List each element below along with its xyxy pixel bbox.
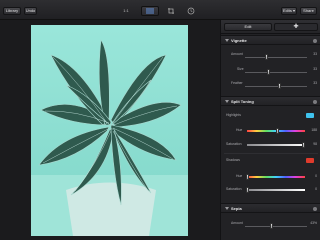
share-button[interactable]: Share [300,7,317,15]
shadows-saturation-knob[interactable] [245,187,249,193]
canvas-area [0,20,220,240]
sliders-icon [146,8,154,14]
shadows-saturation-slider[interactable] [247,189,305,191]
shadows-hue-slider[interactable] [247,176,305,178]
vignette-amount-value: 33 [313,52,317,56]
chevron-down-icon: ▾ [291,8,296,13]
toggle-dot-icon[interactable] [313,39,317,43]
clock-icon [187,7,195,15]
section-sepia[interactable]: Sepia [221,203,320,213]
disclosure-triangle-icon [225,100,229,103]
highlights-saturation-knob[interactable] [302,142,306,148]
section-title: Sepia [231,206,242,211]
edits-label: Edits [282,8,292,13]
adjustments-tab[interactable] [141,6,159,16]
highlights-hue-knob[interactable] [275,128,279,134]
library-button[interactable]: Library [3,7,21,15]
sepia-amount-label: Amount [231,221,243,225]
shadows-saturation-label: Saturation [226,187,242,191]
vignette-amount-knob[interactable] [265,54,269,60]
toggle-dot-icon[interactable] [313,100,317,104]
add-adjustment-button[interactable]: ✚ [274,23,318,31]
vignette-size-slider[interactable] [245,72,307,73]
vignette-amount-slider[interactable] [245,57,307,58]
plant-illustration [31,25,188,236]
toggle-dot-icon[interactable] [313,207,317,211]
highlights-saturation-slider[interactable] [247,144,305,146]
top-toolbar: Library Undo 1:1 Edits ▾ Share [0,0,320,20]
vignette-feather-slider[interactable] [245,86,307,87]
vignette-size-value: 33 [313,67,317,71]
shadows-hue-value: 0 [315,174,317,178]
disclosure-triangle-icon [225,207,229,210]
shadows-color-swatch[interactable] [306,158,314,163]
sepia-amount-slider[interactable] [245,226,307,227]
highlights-label: Highlights [226,113,241,117]
highlights-hue-label: Hue [236,128,243,132]
shadows-hue-knob[interactable] [245,174,249,180]
aspect-ratio-button[interactable]: 1:1 [121,7,131,15]
crop-rotate-button[interactable] [166,7,176,15]
panel-tabs: Edit ✚ [221,20,320,34]
divider [224,153,318,154]
highlights-saturation-value: 98 [313,142,317,146]
sepia-amount-value: 43% [310,221,317,225]
undo-button[interactable]: Undo [24,7,37,15]
crop-icon [168,8,174,14]
section-vignette[interactable]: Vignette [221,35,320,45]
vignette-size-knob[interactable] [267,69,271,75]
highlights-color-swatch[interactable] [306,113,314,118]
shadows-hue-label: Hue [236,174,243,178]
vignette-amount-label: Amount [231,52,243,56]
sepia-amount-knob[interactable] [270,223,274,229]
section-split-toning[interactable]: Split Toning [221,96,320,106]
vignette-feather-label: Feather [231,81,243,85]
tab-edit[interactable]: Edit [224,23,272,31]
shadows-saturation-value: 0 [315,187,317,191]
disclosure-triangle-icon [225,39,229,42]
section-title: Vignette [231,38,247,43]
adjustments-panel: Edit ✚ Vignette Amount 33 Size 33 Feathe… [220,20,320,240]
vignette-feather-value: 33 [313,81,317,85]
vignette-feather-knob[interactable] [277,83,281,89]
highlights-saturation-label: Saturation [226,142,242,146]
section-title: Split Toning [231,99,254,104]
highlights-hue-value: 188 [311,128,317,132]
photo-image [31,25,188,236]
edits-button[interactable]: Edits ▾ [281,7,297,15]
shadows-label: Shadows [226,158,240,162]
vignette-size-label: Size [237,67,244,71]
history-button[interactable] [186,7,196,15]
